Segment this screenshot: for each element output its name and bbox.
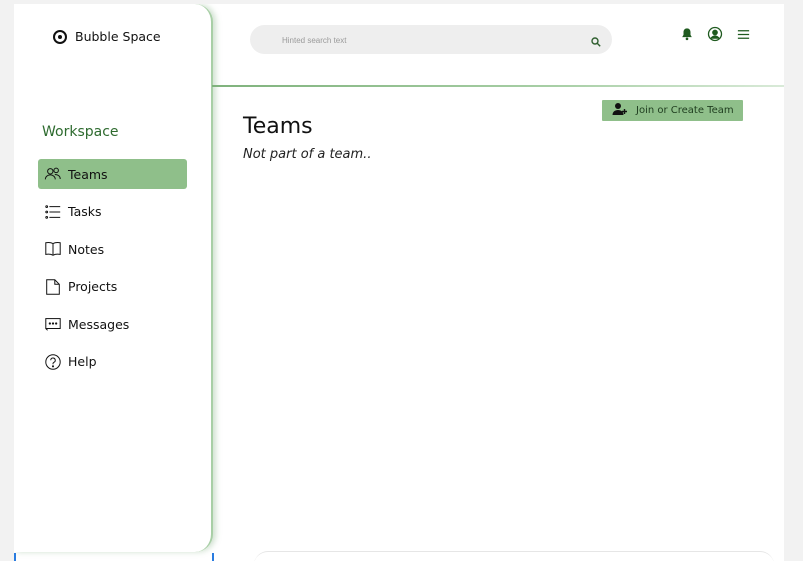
- join-button-label: Join or Create Team: [636, 105, 734, 116]
- bottom-panel-edge: [254, 551, 774, 561]
- sidebar-item-help[interactable]: Help: [38, 347, 187, 377]
- sidebar-edge-marker: [212, 553, 214, 561]
- search-bar: [250, 25, 612, 54]
- search-icon[interactable]: [590, 33, 602, 47]
- sidebar-item-teams[interactable]: Teams: [38, 159, 187, 189]
- empty-state-message: Not part of a team..: [243, 147, 372, 162]
- menu-icon[interactable]: [735, 26, 751, 42]
- book-icon: [44, 240, 62, 258]
- sidebar-item-notes[interactable]: Notes: [38, 234, 187, 264]
- sidebar-item-tasks[interactable]: Tasks: [38, 197, 187, 227]
- sidebar-item-label: Tasks: [68, 204, 102, 219]
- bell-icon[interactable]: [679, 26, 695, 42]
- sidebar: Bubble Space Workspace Teams Tasks Notes…: [14, 4, 213, 552]
- brand[interactable]: Bubble Space: [53, 29, 161, 44]
- help-icon: [44, 353, 62, 371]
- sidebar-item-label: Teams: [68, 166, 108, 182]
- logo-icon: [53, 29, 67, 44]
- header-actions: [679, 26, 751, 42]
- left-edge-marker: [14, 553, 16, 561]
- sidebar-item-label: Notes: [68, 241, 105, 257]
- brand-name: Bubble Space: [75, 29, 161, 44]
- page-title: Teams: [243, 113, 313, 139]
- sidebar-item-projects[interactable]: Projects: [38, 272, 187, 302]
- sidebar-item-label: Projects: [68, 279, 118, 294]
- list-icon: [44, 203, 62, 221]
- join-or-create-team-button[interactable]: Join or Create Team: [602, 100, 743, 121]
- user-icon[interactable]: [707, 26, 723, 42]
- search-input[interactable]: [280, 32, 564, 48]
- file-icon: [44, 278, 62, 296]
- app-window: Bubble Space Workspace Teams Tasks Notes…: [14, 4, 784, 561]
- sidebar-nav: Teams Tasks Notes Projects Messages Help: [38, 159, 187, 384]
- sidebar-item-label: Help: [68, 354, 97, 369]
- message-icon: [44, 315, 62, 333]
- add-user-icon: [612, 102, 628, 119]
- users-icon: [44, 165, 62, 183]
- header-divider: [212, 85, 784, 87]
- sidebar-item-label: Messages: [68, 316, 130, 332]
- sidebar-item-messages[interactable]: Messages: [38, 309, 187, 339]
- workspace-label: Workspace: [42, 124, 119, 140]
